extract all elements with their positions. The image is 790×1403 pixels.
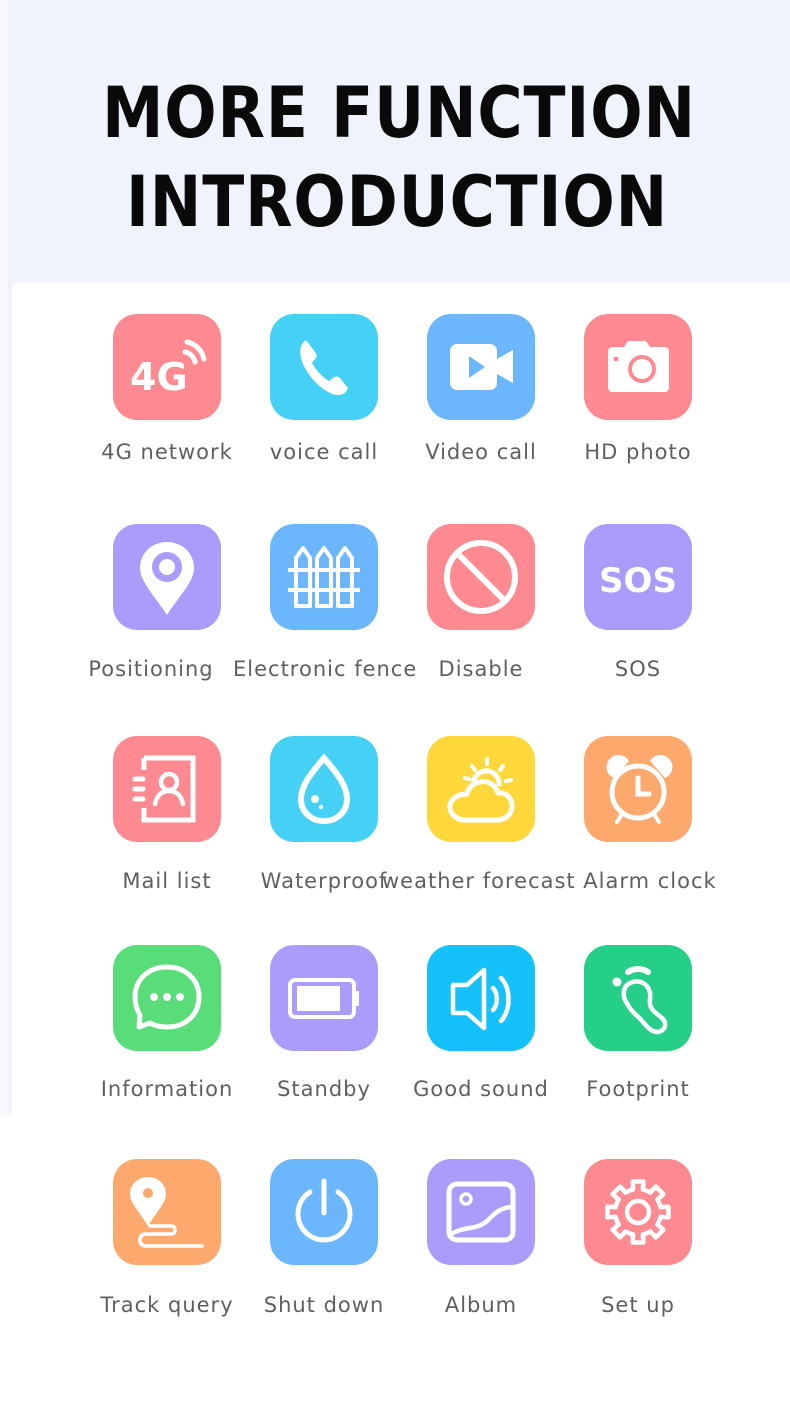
- function-tile[interactable]: [113, 1159, 221, 1265]
- gear-icon: [605, 1179, 671, 1245]
- function-tile[interactable]: [113, 945, 221, 1051]
- function-label: 4G network: [101, 440, 233, 464]
- video-camera-icon: [450, 344, 513, 390]
- water-drop-icon: [297, 753, 351, 825]
- sun-cloud-icon: [447, 757, 515, 823]
- function-label: Information: [100, 1077, 234, 1101]
- function-tile[interactable]: [584, 945, 692, 1051]
- function-tile[interactable]: [584, 1159, 692, 1265]
- function-tile[interactable]: [584, 314, 692, 420]
- function-label: Track query: [100, 1293, 234, 1317]
- sos-icon: SOS: [599, 561, 677, 601]
- track-route-icon: [130, 1177, 204, 1248]
- function-tile[interactable]: [427, 524, 535, 630]
- speaker-icon: [450, 967, 511, 1031]
- function-label: SOS: [614, 657, 662, 681]
- camera-icon: [608, 341, 669, 392]
- chat-bubble-icon: [132, 964, 202, 1030]
- function-label: Electronic fence: [233, 657, 418, 681]
- function-tile[interactable]: 4G: [113, 314, 221, 420]
- function-label: Footprint: [586, 1077, 690, 1101]
- function-tile[interactable]: [270, 524, 378, 630]
- function-tile[interactable]: [113, 736, 221, 842]
- power-icon: [295, 1178, 353, 1243]
- location-pin-icon: [140, 542, 194, 615]
- function-label: Set up: [601, 1293, 675, 1317]
- function-label: weather forecast: [382, 869, 576, 893]
- svg-text:SOS: SOS: [599, 561, 677, 601]
- picture-icon: [446, 1181, 516, 1243]
- function-tile[interactable]: [427, 945, 535, 1051]
- function-tile[interactable]: [584, 736, 692, 842]
- alarm-clock-icon: [606, 754, 673, 824]
- function-tile[interactable]: [270, 945, 378, 1051]
- function-label: HD photo: [584, 440, 692, 464]
- function-tile[interactable]: [270, 736, 378, 842]
- function-label: Positioning: [88, 657, 214, 681]
- function-label: Alarm clock: [583, 869, 717, 893]
- function-label: Album: [444, 1293, 518, 1317]
- function-tile[interactable]: SOS: [584, 524, 692, 630]
- function-tile[interactable]: [427, 736, 535, 842]
- svg-text:4G: 4G: [130, 355, 188, 399]
- function-label: Video call: [425, 440, 537, 464]
- function-label: voice call: [269, 440, 379, 464]
- fence-icon: [288, 546, 360, 608]
- function-tile[interactable]: [270, 314, 378, 420]
- function-label: Shut down: [263, 1293, 385, 1317]
- contacts-book-icon: [132, 755, 196, 823]
- phone-icon: [300, 340, 348, 396]
- footprint-icon: [612, 966, 668, 1035]
- function-label: Disable: [438, 657, 524, 681]
- prohibited-icon: [444, 540, 518, 614]
- function-label: Mail list: [122, 869, 212, 893]
- function-tile[interactable]: [270, 1159, 378, 1265]
- function-tile[interactable]: [427, 314, 535, 420]
- left-edge-divider: [8, 283, 12, 1113]
- 4g-signal-icon: 4G: [130, 339, 207, 399]
- function-label: Good sound: [413, 1077, 549, 1101]
- header-banner: MORE FUNCTION INTRODUCTION: [8, 0, 790, 283]
- function-label: Standby: [277, 1077, 371, 1101]
- function-tile[interactable]: [427, 1159, 535, 1265]
- function-tile[interactable]: [113, 524, 221, 630]
- page-title-line-2: INTRODUCTION: [125, 161, 669, 243]
- page-title-line-1: MORE FUNCTION: [102, 72, 696, 154]
- battery-icon: [288, 978, 359, 1019]
